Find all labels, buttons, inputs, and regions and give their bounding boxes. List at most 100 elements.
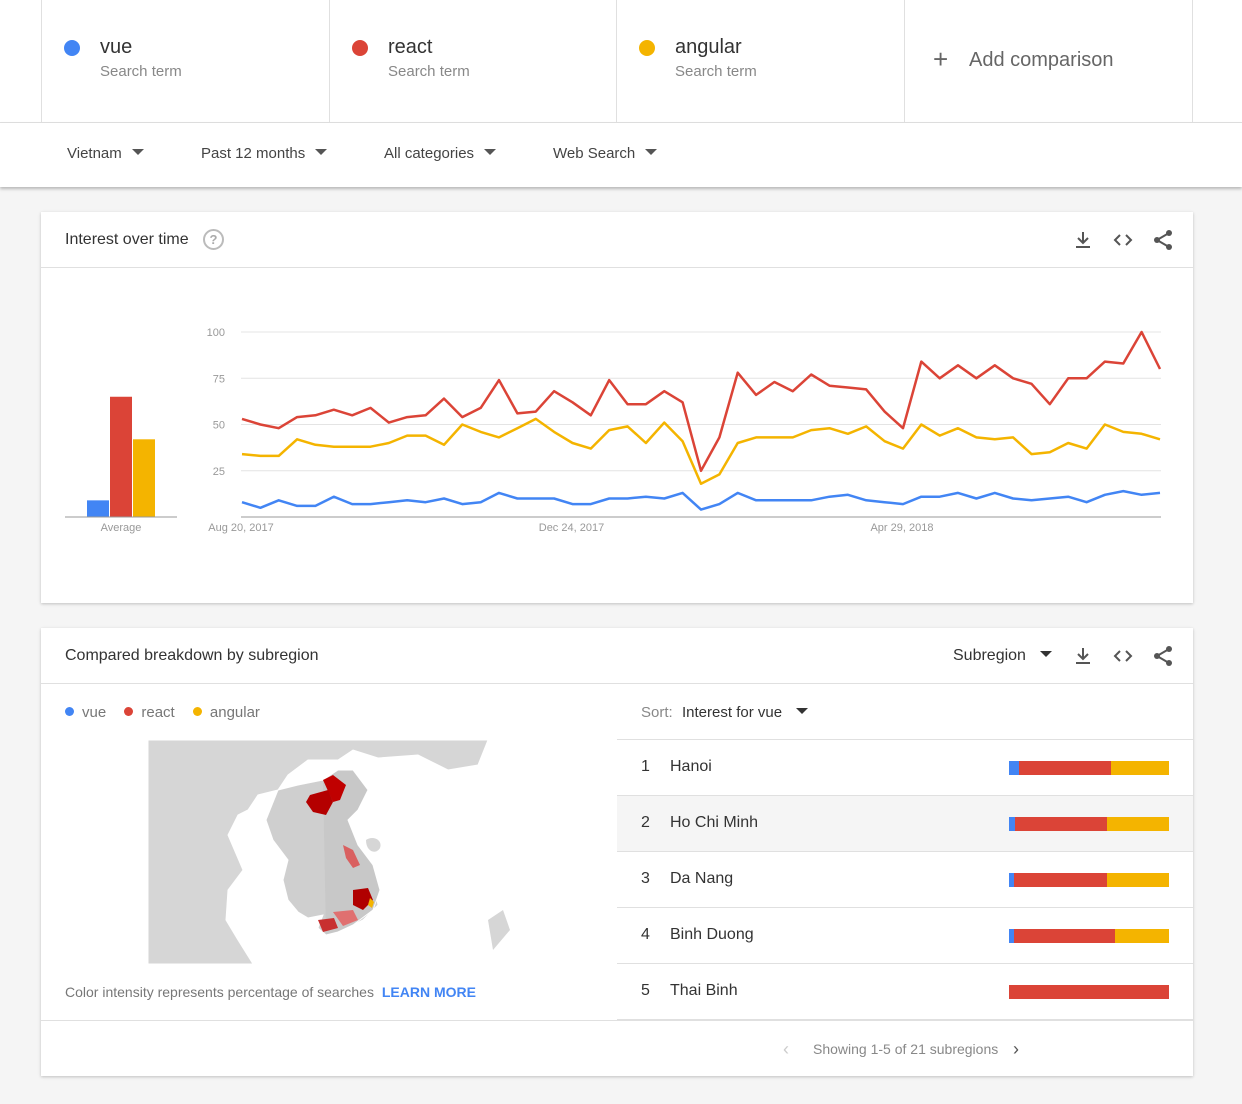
series-line-react[interactable] <box>241 330 1162 473</box>
subregion-row[interactable]: 4 Binh Duong <box>617 908 1193 964</box>
sort-dropdown[interactable]: Interest for vue <box>682 704 809 721</box>
pagination-text: Showing 1-5 of 21 subregions <box>813 1041 999 1057</box>
legend-label: angular <box>209 704 260 721</box>
sort-dropdown-label: Interest for vue <box>682 704 783 721</box>
term-color-dot <box>64 40 80 56</box>
chevron-left-icon[interactable]: ‹ <box>783 1039 789 1060</box>
share-segment-react <box>1013 929 1115 943</box>
sort-bar: Sort: Interest for vue <box>617 684 1193 740</box>
share-segment-angular <box>1111 761 1169 775</box>
filter-bar: Vietnam Past 12 months All categories We… <box>0 123 1242 187</box>
legend-item-angular: angular <box>192 704 260 721</box>
subregion-row[interactable]: 2 Ho Chi Minh <box>617 796 1193 852</box>
add-comparison-button[interactable]: + Add comparison <box>904 0 1193 122</box>
term-subtitle: Search term <box>100 63 182 80</box>
subregion-card: Compared breakdown by subregion Subregio… <box>41 628 1193 1076</box>
share-segment-angular <box>1106 873 1169 887</box>
share-icon[interactable] <box>1151 228 1175 252</box>
share-segment-react <box>1018 761 1112 775</box>
x-tick-label: Aug 20, 2017 <box>208 522 273 534</box>
share-segment-vue <box>1009 761 1019 775</box>
row-rank: 1 <box>641 758 650 775</box>
share-segment-react <box>1013 873 1107 887</box>
y-tick-label: 100 <box>207 327 225 339</box>
interest-over-time-card: Interest over time ? Average 25 50 75 100 Au… <box>41 212 1193 603</box>
download-icon[interactable] <box>1071 228 1095 252</box>
row-name: Hanoi <box>670 758 712 775</box>
row-name: Binh Duong <box>670 926 754 943</box>
search-terms-bar: vue Search term react Search term angula… <box>0 0 1242 123</box>
caret-down-icon <box>131 149 144 155</box>
row-name: Ho Chi Minh <box>670 814 759 831</box>
location-filter[interactable]: Vietnam <box>67 145 144 162</box>
term-name: react <box>388 36 433 58</box>
learn-more-link[interactable]: LEARN MORE <box>382 984 476 1000</box>
caret-down-icon <box>1039 651 1052 657</box>
term-color-dot <box>639 40 655 56</box>
chevron-right-icon[interactable]: › <box>1013 1039 1019 1060</box>
subregion-row[interactable]: 1 Hanoi <box>617 740 1193 796</box>
y-tick-label: 50 <box>213 420 225 432</box>
share-bar <box>1009 985 1169 999</box>
vietnam-region-map[interactable] <box>148 740 512 964</box>
search-type-filter-label: Web Search <box>553 145 636 162</box>
term-color-dot <box>352 40 368 56</box>
footnote-text: Color intensity represents percentage of… <box>65 984 374 1000</box>
share-bar <box>1009 929 1169 943</box>
embed-code-icon[interactable] <box>1111 644 1135 668</box>
plus-icon: + <box>933 44 949 74</box>
card-title: Compared breakdown by subregion <box>65 647 319 664</box>
row-rank: 2 <box>641 814 650 831</box>
card-title: Interest over time <box>65 231 189 248</box>
term-subtitle: Search term <box>388 63 470 80</box>
share-icon[interactable] <box>1151 644 1175 668</box>
series-line-angular[interactable] <box>241 417 1161 485</box>
legend-label: vue <box>82 704 107 721</box>
term-card-react[interactable]: react Search term <box>329 0 617 122</box>
search-type-filter[interactable]: Web Search <box>553 145 658 162</box>
embed-code-icon[interactable] <box>1111 228 1135 252</box>
row-rank: 4 <box>641 926 650 943</box>
share-segment-react <box>1009 985 1169 999</box>
average-bar-vue <box>87 500 109 517</box>
average-label: Average <box>101 522 142 534</box>
category-filter-label: All categories <box>384 145 475 162</box>
legend-dot <box>192 707 202 716</box>
category-filter[interactable]: All categories <box>384 145 497 162</box>
subregion-row[interactable]: 3 Da Nang <box>617 852 1193 908</box>
caret-down-icon <box>484 149 497 155</box>
average-bar-react <box>110 396 132 517</box>
term-subtitle: Search term <box>675 63 757 80</box>
help-icon[interactable]: ? <box>203 229 224 250</box>
map-legend: vue react angular <box>65 704 274 721</box>
sort-label: Sort: <box>641 704 673 721</box>
average-bar-angular <box>133 439 155 517</box>
time-filter[interactable]: Past 12 months <box>201 145 328 162</box>
subregion-dropdown[interactable]: Subregion <box>953 647 1052 665</box>
share-bar <box>1009 873 1169 887</box>
subregion-dropdown-label: Subregion <box>953 647 1026 664</box>
series-line-vue[interactable] <box>241 489 1161 511</box>
term-name: vue <box>100 36 133 58</box>
location-filter-label: Vietnam <box>67 145 122 162</box>
pagination: ‹ Showing 1-5 of 21 subregions › <box>41 1020 1193 1076</box>
x-tick-label: Dec 24, 2017 <box>539 522 604 534</box>
map-footnote: Color intensity represents percentage of… <box>65 984 476 1000</box>
share-bar <box>1009 817 1169 831</box>
share-segment-angular <box>1114 929 1169 943</box>
term-card-angular[interactable]: angular Search term <box>616 0 905 122</box>
row-rank: 3 <box>641 870 650 887</box>
caret-down-icon <box>315 149 328 155</box>
download-icon[interactable] <box>1071 644 1095 668</box>
term-card-vue[interactable]: vue Search term <box>41 0 330 122</box>
y-tick-label: 75 <box>213 373 225 385</box>
add-comparison-label: Add comparison <box>969 49 1114 71</box>
time-filter-label: Past 12 months <box>201 145 306 162</box>
card-header: Interest over time ? <box>41 212 1193 268</box>
interest-line-chart: Average 25 50 75 100 Aug 20, 2017 Dec 24, 201… <box>65 327 1162 534</box>
share-segment-angular <box>1106 817 1169 831</box>
card-header: Compared breakdown by subregion Subregio… <box>41 628 1193 684</box>
legend-dot <box>124 707 134 716</box>
subregion-row[interactable]: 5 Thai Binh <box>617 964 1193 1020</box>
row-name: Da Nang <box>670 870 734 887</box>
